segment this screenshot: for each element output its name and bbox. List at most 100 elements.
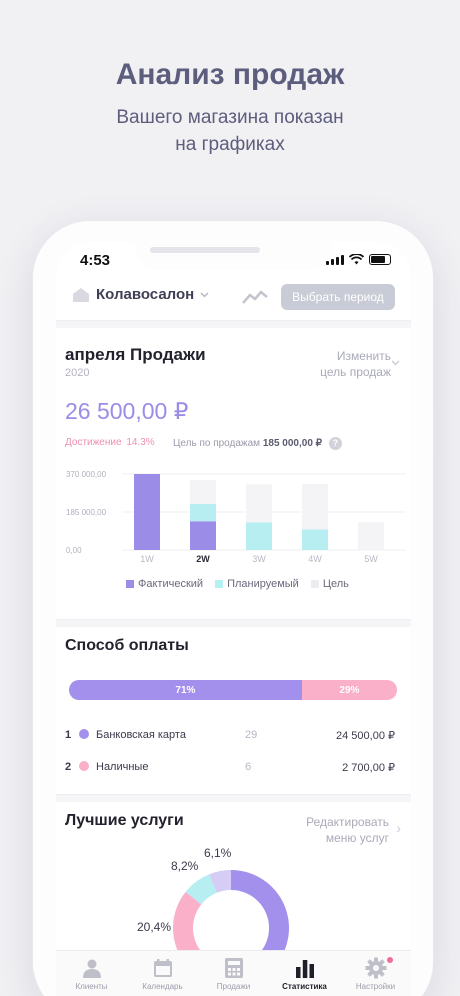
- payment-row-index: 1: [65, 729, 72, 741]
- battery-icon: [369, 254, 391, 265]
- status-icons: [326, 254, 391, 265]
- sales-bar-chart: 370 000,00 185 000,00 0,00 1W 2W 3W 4W 5W: [66, 470, 406, 564]
- bar-segment: [190, 480, 216, 504]
- status-time: 4:53: [80, 252, 111, 269]
- edit-services-line2: меню услуг: [325, 831, 389, 845]
- bar-segment: [302, 483, 328, 530]
- app-screen: 4:53 Колавосалон Выбрать период апреля П…: [56, 242, 411, 996]
- donut-label: 20,4%: [137, 920, 172, 934]
- y-tick-label: 0,00: [66, 546, 82, 555]
- person-icon: [82, 959, 101, 978]
- promo-subtitle-line2: на графиках: [175, 134, 285, 155]
- legend-label: Планируемый: [227, 578, 299, 590]
- change-goal-line1: Изменить: [336, 349, 391, 363]
- payment-segment-cash: 29%: [301, 680, 397, 700]
- help-icon[interactable]: ?: [328, 437, 342, 450]
- y-tick-label: 370 000,00: [66, 470, 107, 479]
- payment-row[interactable]: 2 Наличные 6 2 700,00 ₽: [65, 758, 395, 778]
- bar-chart-icon: [295, 960, 314, 978]
- calculator-icon: [224, 958, 243, 978]
- payment-row-amount: 24 500,00 ₽: [336, 730, 395, 742]
- bar-segment: [134, 474, 160, 550]
- tab-label: Календарь: [142, 982, 183, 991]
- edit-services-link[interactable]: Редактировать меню услуг: [306, 814, 389, 846]
- chevron-down-icon[interactable]: [391, 360, 400, 366]
- tab-label: Настройки: [355, 982, 396, 991]
- tab-settings[interactable]: Настройки: [340, 951, 411, 996]
- store-name: Колавосалон: [96, 286, 195, 303]
- x-tick-label: 5W: [364, 554, 378, 564]
- legend-swatch: [126, 580, 134, 588]
- payment-row-count: 29: [245, 729, 258, 741]
- bar-segment: [302, 529, 328, 550]
- change-goal-line2: цель продаж: [320, 365, 391, 379]
- gear-icon: [365, 957, 386, 979]
- signal-icon: [326, 254, 344, 265]
- legend-label: Цель: [322, 578, 349, 590]
- payment-row-name: Банковская карта: [96, 729, 186, 741]
- section-divider: [56, 619, 411, 627]
- top-services-title: Лучшие услуги: [65, 812, 184, 829]
- payment-row-name: Наличные: [96, 761, 149, 773]
- donut-label: 8,2%: [171, 859, 199, 873]
- x-tick-label: 3W: [252, 554, 266, 564]
- tab-calendar[interactable]: Календарь: [127, 951, 198, 996]
- sales-goal: Цель по продажам 185 000,00 ₽ ?: [173, 437, 342, 450]
- sales-goal-label: Цель по продажам: [173, 438, 261, 450]
- store-selector[interactable]: Колавосалон: [72, 286, 209, 303]
- chevron-right-icon[interactable]: ›: [396, 820, 401, 836]
- tab-clients[interactable]: Клиенты: [56, 951, 127, 996]
- bar-segment: [190, 503, 216, 522]
- x-tick-label: 1W: [140, 554, 154, 564]
- legend-item: Планируемый: [215, 578, 299, 590]
- promo-subtitle: Вашего магазина показан на графиках: [0, 104, 460, 158]
- chevron-down-icon: [200, 292, 209, 297]
- trend-chart-icon[interactable]: [242, 289, 268, 305]
- legend-swatch: [310, 580, 319, 588]
- notification-badge: [387, 957, 393, 963]
- legend-label: Фактический: [138, 578, 204, 590]
- payment-segment-card: 71%: [69, 680, 302, 700]
- y-tick-label: 185 000,00: [66, 508, 107, 517]
- bar-segment: [246, 484, 272, 523]
- bar-segment: [246, 522, 272, 550]
- payment-title: Способ оплаты: [65, 637, 189, 654]
- payment-row-index: 2: [65, 761, 72, 773]
- edit-services-line1: Редактировать: [306, 815, 389, 829]
- section-divider: [56, 320, 411, 328]
- x-tick-label: 4W: [308, 554, 322, 564]
- achievement: Достижение 14.3%: [65, 437, 155, 448]
- sales-title: апреля Продажи: [65, 345, 206, 364]
- promo-subtitle-line1: Вашего магазина показан: [116, 107, 344, 128]
- legend-swatch: [215, 580, 224, 588]
- payment-color-dot: [79, 761, 89, 771]
- calendar-icon: [153, 959, 172, 977]
- payment-row[interactable]: 1 Банковская карта 29 24 500,00 ₽: [65, 726, 395, 746]
- sales-goal-value: 185 000,00 ₽: [262, 438, 323, 450]
- wifi-icon: [349, 254, 364, 265]
- section-divider: [56, 794, 411, 802]
- payment-color-dot: [79, 729, 89, 739]
- phone-side-button: [434, 404, 438, 456]
- payment-row-amount: 2 700,00 ₽: [342, 762, 395, 774]
- tab-label: Продажи: [216, 982, 251, 991]
- change-goal-link[interactable]: Изменить цель продаж: [320, 348, 391, 380]
- tab-sales[interactable]: Продажи: [198, 951, 269, 996]
- payment-ratio-bar: 71% 29%: [69, 680, 397, 700]
- chart-legend: Фактический Планируемый Цель: [126, 578, 349, 590]
- sales-amount: 26 500,00 ₽: [65, 398, 189, 424]
- legend-item: Фактический: [126, 578, 203, 590]
- select-period-button[interactable]: Выбрать период: [281, 284, 395, 310]
- tab-bar: Клиенты Календарь Продажи Статистика Нас…: [56, 950, 411, 996]
- legend-item: Цель: [310, 578, 349, 590]
- sales-year: 2020: [65, 367, 90, 379]
- tab-statistics[interactable]: Статистика: [269, 951, 340, 996]
- x-tick-label: 2W: [196, 554, 210, 564]
- house-icon: [73, 287, 89, 302]
- tab-label: Клиенты: [75, 982, 108, 991]
- phone-speaker: [150, 247, 260, 253]
- donut-label: 6,1%: [204, 846, 232, 860]
- achievement-label: Достижение: [65, 437, 122, 448]
- achievement-value: 14.3%: [126, 437, 155, 448]
- bar-segment: [358, 522, 384, 550]
